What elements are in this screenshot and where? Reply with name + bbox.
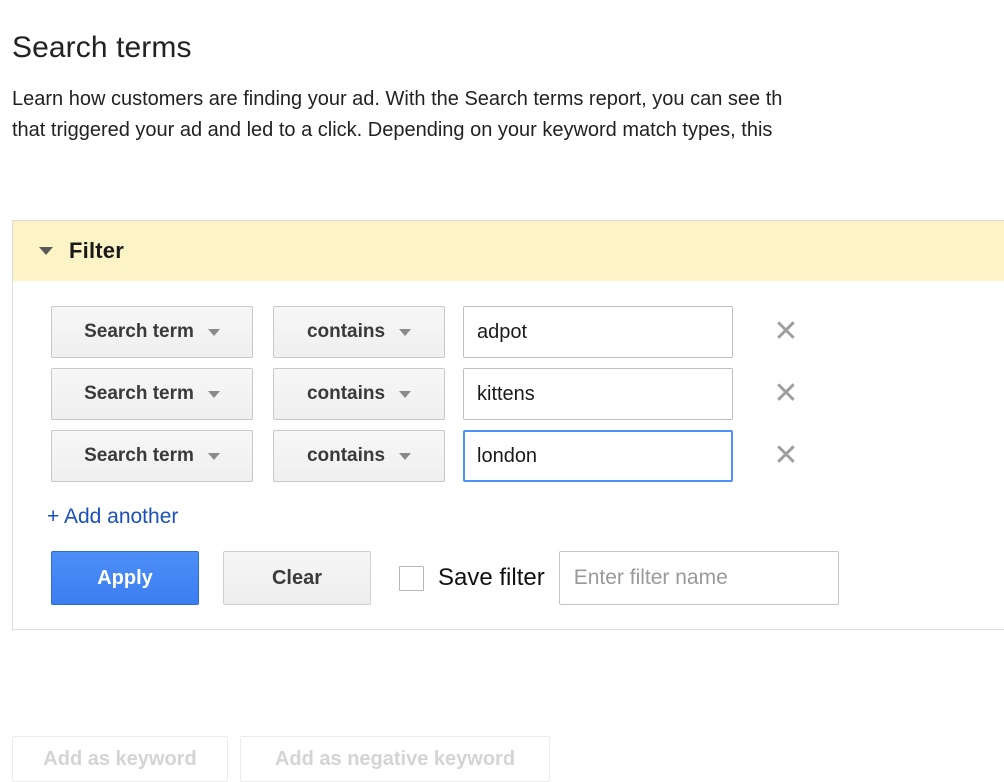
filter-operator-select-label-2: contains: [306, 383, 386, 404]
page-title: Search terms: [12, 31, 192, 64]
filter-value-input-1[interactable]: [463, 306, 733, 358]
filter-operator-select-label-1: contains: [306, 321, 386, 342]
close-x-icon[interactable]: ✕: [771, 379, 801, 409]
save-filter-group: Save filter: [399, 551, 839, 605]
chevron-down-icon: [399, 390, 412, 398]
chevron-down-icon: [207, 452, 220, 460]
close-x-icon[interactable]: ✕: [771, 441, 801, 471]
add-as-negative-keyword-button[interactable]: Add as negative keyword: [240, 736, 550, 782]
save-filter-label: Save filter: [438, 564, 545, 591]
filter-panel-title: Filter: [69, 238, 124, 263]
chevron-down-icon: [399, 452, 412, 460]
filter-panel-header[interactable]: Filter: [13, 221, 1004, 281]
filter-value-input-3[interactable]: [463, 430, 733, 482]
page-description: Learn how customers are finding your ad.…: [0, 68, 1004, 146]
chevron-down-icon: [207, 328, 220, 336]
filter-action-row: Apply Clear Save filter: [13, 529, 1004, 629]
filter-operator-select-label-3: contains: [306, 445, 386, 466]
page-description-line-2: that triggered your ad and led to a clic…: [12, 119, 773, 141]
chevron-down-icon: [207, 390, 220, 398]
add-another-filter-link[interactable]: + Add another: [13, 487, 178, 529]
filter-field-select-3[interactable]: Search term: [51, 430, 253, 482]
filter-operator-select-3[interactable]: contains: [273, 430, 445, 482]
filter-field-select-2[interactable]: Search term: [51, 368, 253, 420]
filter-operator-select-2[interactable]: contains: [273, 368, 445, 420]
filter-operator-select-1[interactable]: contains: [273, 306, 445, 358]
filter-name-input[interactable]: [558, 551, 839, 605]
apply-button[interactable]: Apply: [51, 551, 199, 605]
caret-down-icon[interactable]: [39, 247, 53, 255]
filter-row: Search term contains ✕: [13, 425, 1004, 487]
filter-field-select-label-1: Search term: [84, 321, 194, 342]
page-description-line-1: Learn how customers are finding your ad.…: [12, 88, 783, 110]
filter-panel-body: Search term contains ✕ Search term conta…: [13, 281, 1004, 629]
add-as-keyword-button[interactable]: Add as keyword: [12, 736, 228, 782]
bottom-toolbar: Add as keyword Add as negative keyword: [12, 736, 550, 782]
save-filter-checkbox[interactable]: [399, 565, 424, 591]
close-x-icon[interactable]: ✕: [771, 317, 801, 347]
filter-field-select-label-2: Search term: [84, 383, 194, 404]
filter-field-select-label-3: Search term: [84, 445, 194, 466]
filter-row: Search term contains ✕: [13, 363, 1004, 425]
filter-field-select-1[interactable]: Search term: [51, 306, 253, 358]
clear-button[interactable]: Clear: [223, 551, 371, 605]
page-container: Search terms Learn how customers are fin…: [0, 0, 1004, 782]
filter-panel: Filter Search term contains ✕ Search ter…: [12, 220, 1004, 630]
filter-row: Search term contains ✕: [13, 301, 1004, 363]
chevron-down-icon: [399, 328, 412, 336]
filter-value-input-2[interactable]: [463, 368, 733, 420]
